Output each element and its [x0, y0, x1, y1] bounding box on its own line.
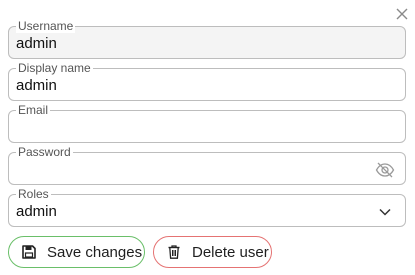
display-name-label: Display name — [16, 61, 93, 75]
roles-value: admin — [16, 203, 57, 220]
username-value: admin — [16, 35, 57, 52]
password-label: Password — [16, 145, 73, 159]
delete-user-label: Delete user — [192, 243, 269, 261]
trash-icon — [166, 244, 182, 260]
close-icon[interactable] — [394, 6, 410, 22]
display-name-value: admin — [16, 77, 57, 94]
save-changes-label: Save changes — [47, 243, 143, 261]
username-field[interactable]: Username admin — [8, 19, 406, 59]
floppy-disk-icon — [21, 244, 37, 260]
username-label: Username — [16, 19, 76, 33]
delete-user-button[interactable]: Delete user — [153, 236, 272, 268]
save-changes-button[interactable]: Save changes — [8, 236, 145, 268]
chevron-down-icon[interactable] — [375, 203, 395, 221]
roles-label: Roles — [16, 187, 51, 201]
display-name-field[interactable]: Display name admin — [8, 61, 406, 101]
email-label: Email — [16, 103, 51, 117]
password-field[interactable]: Password — [8, 145, 406, 185]
email-field[interactable]: Email — [8, 103, 406, 143]
roles-select[interactable]: Roles admin — [8, 187, 406, 227]
eye-off-icon[interactable] — [375, 161, 395, 179]
